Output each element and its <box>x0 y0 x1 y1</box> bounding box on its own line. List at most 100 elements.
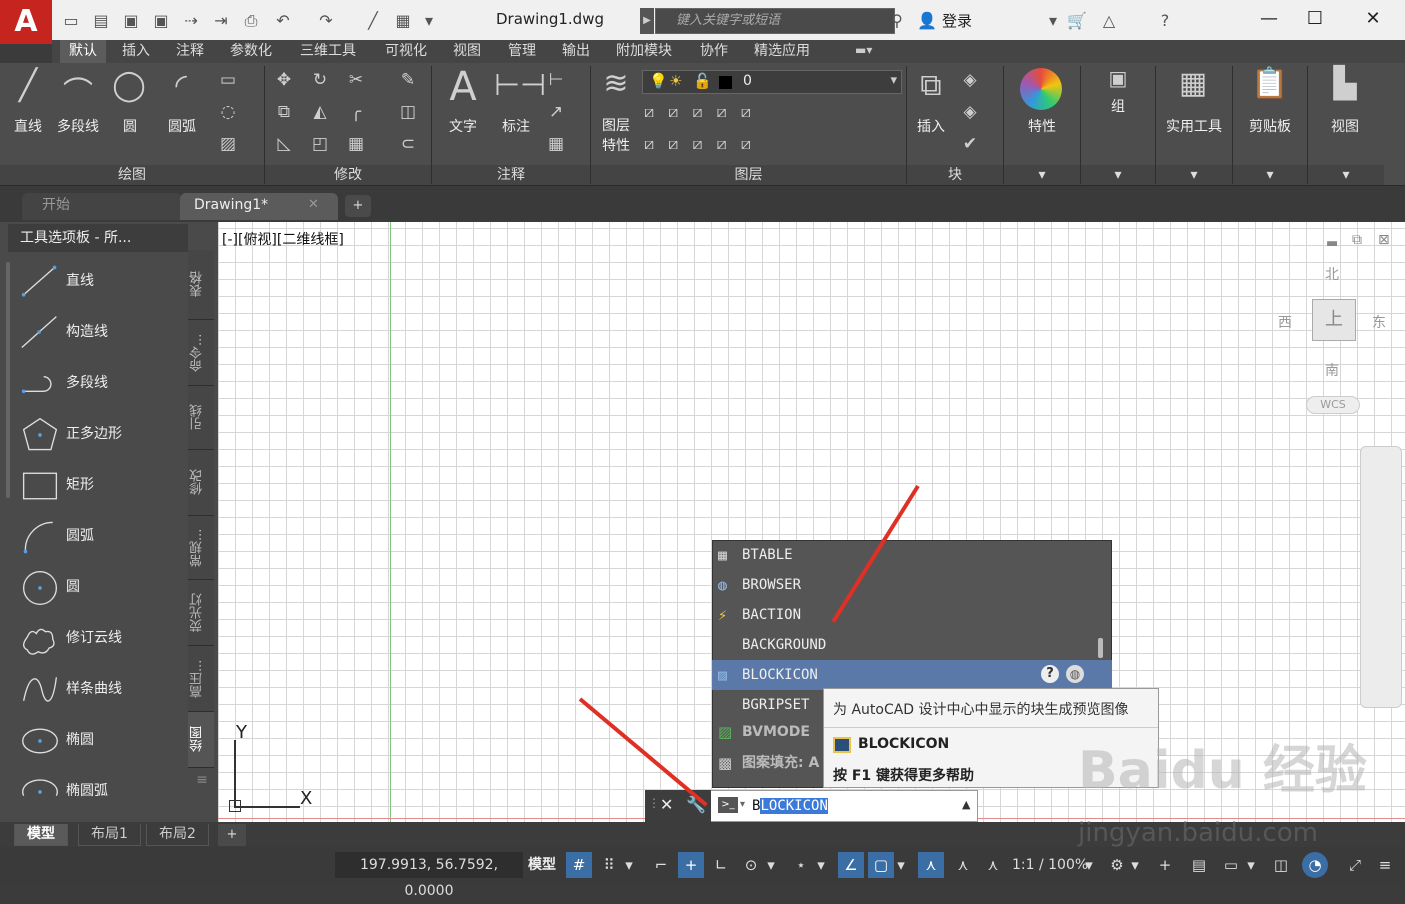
object-snap-icon[interactable]: ▢ <box>868 852 894 878</box>
palette-tool-construction-line[interactable]: 构造线 <box>18 309 186 355</box>
isolate-objects-icon[interactable]: ◫ <box>1268 852 1294 878</box>
utilities-label[interactable]: 实用工具 <box>1160 116 1228 136</box>
workspace-dropdown-icon[interactable]: ▾ <box>1128 852 1142 878</box>
workspace-gear-icon[interactable]: ⚙ <box>1104 852 1130 878</box>
customize-icon[interactable]: ▾ <box>418 10 440 32</box>
polyline-tool-label[interactable]: 多段线 <box>52 116 104 136</box>
utilities-panel-expander[interactable]: ▾ <box>1156 165 1232 185</box>
modify-panel-title[interactable]: 修改 <box>265 165 431 185</box>
command-input[interactable]: BLOCKICON <box>752 798 828 814</box>
palette-side-tab-5[interactable]: 荧光灯 <box>188 580 214 646</box>
trim-icon[interactable]: ✂ <box>344 70 368 90</box>
view-panel-expander[interactable]: ▾ <box>1308 165 1384 185</box>
groups-panel-expander[interactable]: ▾ <box>1081 165 1155 185</box>
clean-screen-icon[interactable]: ⤢ <box>1342 852 1368 878</box>
palette-side-tab-6[interactable]: 高压... <box>188 646 214 712</box>
ribbon-tab-8[interactable]: 输出 <box>553 40 599 63</box>
autocomplete-item[interactable]: BACKGROUND <box>712 630 1112 660</box>
stretch-icon[interactable]: ◺ <box>272 134 296 154</box>
command-line-grip[interactable]: ⋮ <box>648 796 660 810</box>
ortho-icon[interactable]: ∟ <box>708 852 734 878</box>
polar-dropdown-icon[interactable]: ▾ <box>764 852 778 878</box>
isodraft-dropdown-icon[interactable]: ▾ <box>814 852 828 878</box>
binoculars-icon[interactable]: ⚲ <box>886 10 908 32</box>
help-icon[interactable]: ? <box>1041 665 1059 683</box>
properties-panel-expander[interactable]: ▾ <box>1004 165 1080 185</box>
undo-icon[interactable]: ↶ <box>272 10 294 32</box>
draw-panel-title[interactable]: 绘图 <box>0 165 264 185</box>
ribbon-tab-2[interactable]: 注释 <box>167 40 213 63</box>
viewport-minimize-icon[interactable]: ▬ <box>1326 236 1338 251</box>
share-icon[interactable]: ⇥ <box>210 10 232 32</box>
snap-dropdown-icon[interactable]: ▾ <box>622 852 636 878</box>
close-command-line-icon[interactable]: ✕ <box>660 795 673 814</box>
palette-side-tab-1[interactable]: 命令... <box>188 320 214 386</box>
properties-label[interactable]: 特性 <box>1012 116 1072 136</box>
redo-icon[interactable]: ↷ <box>315 10 337 32</box>
quick-properties-icon[interactable]: ▭ <box>1218 852 1244 878</box>
new-tab-button[interactable]: + <box>345 195 371 217</box>
palette-scrollbar[interactable] <box>6 262 10 498</box>
calculator-icon[interactable]: ▦ <box>1172 66 1214 101</box>
tab-start[interactable]: 开始 <box>22 193 182 220</box>
login-button[interactable]: 登录 <box>942 10 972 31</box>
ribbon-tab-4[interactable]: 三维工具 <box>291 40 365 63</box>
group-icon[interactable]: ▣ <box>1100 66 1136 90</box>
clipboard-label[interactable]: 剪贴板 <box>1238 116 1302 136</box>
palette-side-tab-4[interactable]: 常规... <box>188 516 214 580</box>
ribbon-tab-10[interactable]: 协作 <box>691 40 737 63</box>
groups-label[interactable]: 组 <box>1098 96 1138 116</box>
web-search-icon[interactable]: ◍ <box>1066 665 1084 683</box>
maximize-button[interactable]: ☐ <box>1292 6 1338 34</box>
coordinates-readout[interactable]: 197.9913, 56.7592, 0.0000 <box>335 852 523 899</box>
ribbon-tab-1[interactable]: 插入 <box>113 40 159 63</box>
palette-side-tab-3[interactable]: 修改 <box>188 450 214 516</box>
dimension-tool-icon[interactable]: ⊢⊣ <box>494 68 546 103</box>
ribbon-tab-9[interactable]: 附加模块 <box>607 40 681 63</box>
text-tool-icon[interactable]: A <box>442 64 484 110</box>
palette-side-tab-7[interactable]: 绘图 <box>188 712 214 768</box>
units-icon[interactable]: ▤ <box>1186 852 1212 878</box>
layout-tab-0[interactable]: 模型 <box>14 824 68 846</box>
customization-menu-icon[interactable]: ≡ <box>1372 852 1398 878</box>
auto-scale-icon[interactable]: ⋏ <box>950 852 976 878</box>
palette-side-tab-2[interactable]: 引线 <box>188 386 214 450</box>
linear-dim-icon[interactable]: ⊢ <box>544 70 568 90</box>
erase-icon[interactable]: ✎ <box>396 70 420 90</box>
help-icon[interactable]: ? <box>1154 10 1176 32</box>
dimension-tool-label[interactable]: 标注 <box>494 116 538 136</box>
search-input[interactable]: 键入关键字或短语 <box>655 8 895 34</box>
infer-constraints-icon[interactable]: ⌐ <box>648 852 674 878</box>
quick-properties-dropdown-icon[interactable]: ▾ <box>1244 852 1258 878</box>
autocomplete-item[interactable]: ▦ BTABLE <box>712 540 1112 570</box>
clipboard-icon[interactable]: 📋 <box>1250 66 1290 101</box>
ribbon-tab-7[interactable]: 管理 <box>499 40 545 63</box>
fillet-icon[interactable]: ╭ <box>344 102 368 122</box>
palette-tool-polygon[interactable]: 正多边形 <box>18 411 186 457</box>
ellipse-icon[interactable]: ◌ <box>216 102 240 122</box>
match-icon[interactable]: ╱ <box>362 10 384 32</box>
annotation-visibility-icon[interactable]: ⋏ <box>918 852 944 878</box>
insert-block-icon[interactable]: ⧉ <box>910 68 952 103</box>
user-icon[interactable]: 👤 <box>916 10 938 32</box>
dynamic-input-icon[interactable]: + <box>678 852 704 878</box>
search-expand-icon[interactable]: ▶ <box>640 8 654 34</box>
properties-icon[interactable]: ▦ <box>392 10 414 32</box>
palette-side-tab-0[interactable]: 表格 <box>188 250 214 320</box>
scale-icon[interactable]: ◰ <box>308 134 332 154</box>
palette-tool-polyline[interactable]: 多段线 <box>18 360 186 406</box>
viewcube-south[interactable]: 南 <box>1325 360 1339 380</box>
new-icon[interactable]: ▭ <box>60 10 82 32</box>
annotation-panel-title[interactable]: 注释 <box>432 165 590 185</box>
object-snap-tracking-icon[interactable]: ∠ <box>838 852 864 878</box>
palette-tool-rectangle[interactable]: 矩形 <box>18 462 186 508</box>
palette-tool-line[interactable]: 直线 <box>18 258 186 304</box>
palette-tool-circle[interactable]: 圆 <box>18 564 186 610</box>
create-block-icon[interactable]: ◈ <box>958 70 982 90</box>
layer-tools-row2[interactable]: ⧄⧄⧄⧄⧄ <box>644 134 794 154</box>
viewcube-top-face[interactable]: 上 <box>1312 299 1356 341</box>
line-tool-label[interactable]: 直线 <box>8 116 48 136</box>
palette-tool-spline[interactable]: 样条曲线 <box>18 666 186 712</box>
viewport-restore-icon[interactable]: ⧉ <box>1352 232 1362 248</box>
snap-icon[interactable]: ⠿ <box>596 852 622 878</box>
